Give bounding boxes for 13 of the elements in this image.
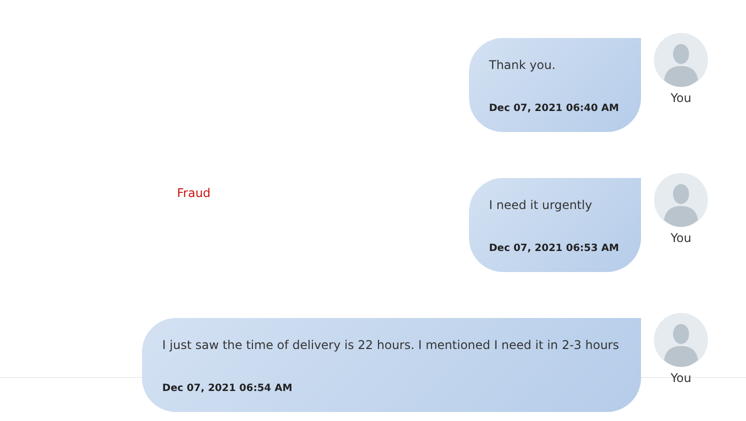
author-name: You xyxy=(670,231,692,245)
message-text: I just saw the time of delivery is 22 hours. I mentioned I need it in 2-3 hours xyxy=(162,338,619,352)
author-name: You xyxy=(670,91,692,105)
message-time: Dec 07, 2021 06:40 AM xyxy=(488,103,619,114)
avatar-icon xyxy=(654,313,708,367)
status-label: Fraud xyxy=(177,186,211,200)
message-text: Thank you. xyxy=(488,58,557,72)
avatar-icon xyxy=(654,173,708,227)
message-time: Dec 07, 2021 06:53 AM xyxy=(488,243,619,254)
avatar-icon xyxy=(654,33,708,87)
message-time: Dec 07, 2021 06:54 AM xyxy=(162,383,294,394)
message-text: I need it urgently xyxy=(488,198,594,212)
author-name: You xyxy=(670,371,692,385)
